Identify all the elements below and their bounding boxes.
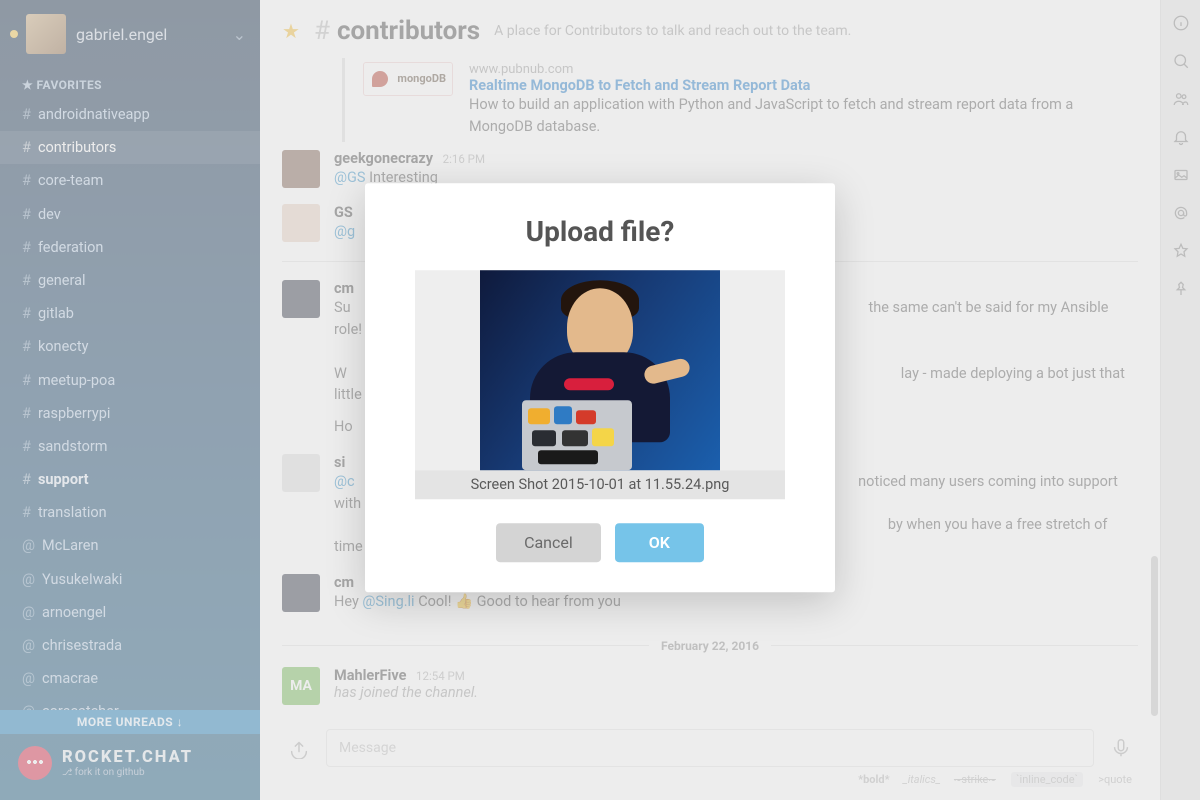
modal-title: Upload file?	[415, 215, 785, 248]
cancel-button[interactable]: Cancel	[496, 523, 601, 562]
upload-preview	[415, 270, 785, 470]
preview-image	[480, 270, 720, 470]
ok-button[interactable]: OK	[615, 523, 704, 562]
upload-filename: Screen Shot 2015-10-01 at 11.55.24.png	[415, 470, 785, 499]
upload-file-modal: Upload file? Screen Shot 2015-10-01 at 1…	[365, 183, 835, 592]
